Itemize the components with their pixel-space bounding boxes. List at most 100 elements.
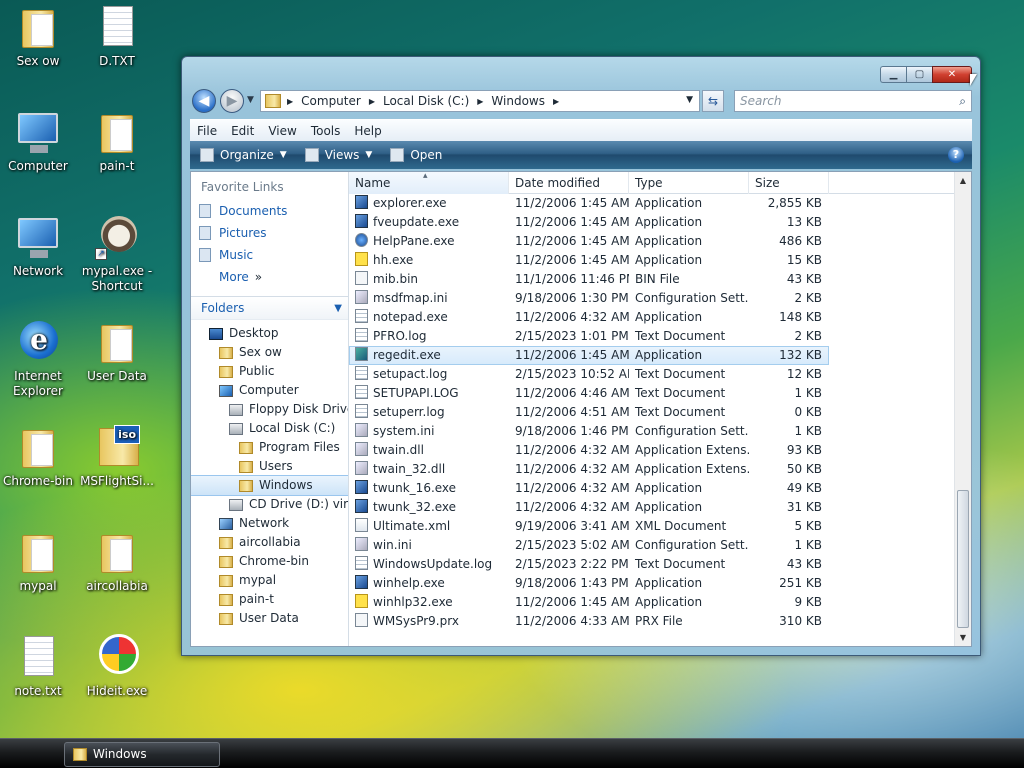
file-row[interactable]: setupact.log 2/15/2023 10:52 AM Text Docum…: [349, 365, 971, 384]
file-txt-icon: [355, 404, 368, 418]
tree-item[interactable]: Public: [191, 362, 348, 381]
file-row[interactable]: WindowsUpdate.log 2/15/2023 2:22 PM Text D…: [349, 555, 971, 574]
menu-edit[interactable]: Edit: [224, 124, 261, 138]
breadcrumb-computer[interactable]: Computer: [301, 94, 361, 108]
tree-item[interactable]: Network: [191, 514, 348, 533]
favorite-link-documents[interactable]: Documents: [191, 200, 348, 222]
file-name: msdfmap.ini: [373, 291, 448, 305]
file-row[interactable]: notepad.exe 11/2/2006 4:32 AM Application 1…: [349, 308, 971, 327]
help-icon[interactable]: ?: [948, 147, 964, 163]
favorite-link-more[interactable]: More »: [191, 266, 348, 288]
desktop-icon-internet-explorer[interactable]: e Internet Explorer: [0, 319, 81, 399]
breadcrumb-local-disk[interactable]: Local Disk (C:): [383, 94, 469, 108]
tree-item[interactable]: Users: [191, 457, 348, 476]
tree-item[interactable]: CD Drive (D:) virtio: [191, 495, 348, 514]
desktop-icon-hideit[interactable]: Hideit.exe: [74, 634, 160, 699]
address-dropdown-icon[interactable]: ▼: [686, 95, 693, 105]
breadcrumb-separator-icon[interactable]: ▶: [369, 97, 375, 106]
file-row[interactable]: winhlp32.exe 11/2/2006 1:45 AM Application…: [349, 593, 971, 612]
column-header-date-modified[interactable]: Date modified: [509, 172, 629, 194]
file-row[interactable]: msdfmap.ini 9/18/2006 1:30 PM Configuratio…: [349, 289, 971, 308]
file-row[interactable]: explorer.exe 11/2/2006 1:45 AM Application…: [349, 194, 971, 213]
file-date: 2/15/2023 1:01 PM: [515, 329, 629, 343]
file-row[interactable]: hh.exe 11/2/2006 1:45 AM Application 15 KB: [349, 251, 971, 270]
tree-item[interactable]: Chrome-bin: [191, 552, 348, 571]
scroll-up-icon[interactable]: ▲: [955, 172, 971, 189]
vertical-scrollbar[interactable]: ▲ ▼: [954, 172, 971, 646]
search-icon[interactable]: ⌕: [959, 94, 966, 109]
tree-item[interactable]: pain-t: [191, 590, 348, 609]
desktop-icon-user-data[interactable]: User Data: [74, 319, 160, 384]
file-row[interactable]: WMSysPr9.prx 11/2/2006 4:33 AM PRX File 310…: [349, 612, 971, 631]
organize-button[interactable]: Organize ▼: [200, 148, 287, 162]
breadcrumb-separator-icon[interactable]: ▶: [553, 97, 559, 106]
file-row[interactable]: HelpPane.exe 11/2/2006 1:45 AM Application…: [349, 232, 971, 251]
tree-item[interactable]: Windows: [191, 475, 348, 496]
file-row[interactable]: regedit.exe 11/2/2006 1:45 AM Application 1…: [349, 346, 829, 365]
file-row[interactable]: twain.dll 11/2/2006 4:32 AM Application Ex…: [349, 441, 971, 460]
recent-pages-dropdown[interactable]: ▼: [247, 95, 254, 105]
tree-item[interactable]: Desktop: [191, 324, 348, 343]
file-row[interactable]: PFRO.log 2/15/2023 1:01 PM Text Document 2 …: [349, 327, 971, 346]
search-input[interactable]: Search ⌕: [734, 90, 972, 112]
desktop-icon-note-txt[interactable]: note.txt: [0, 634, 81, 699]
file-row[interactable]: setuperr.log 11/2/2006 4:51 AM Text Docume…: [349, 403, 971, 422]
desktop-icon-network[interactable]: Network: [0, 214, 81, 279]
file-row[interactable]: Ultimate.xml 9/19/2006 3:41 AM XML Documen…: [349, 517, 971, 536]
tree-item[interactable]: User Data: [191, 609, 348, 628]
favorite-link-pictures[interactable]: Pictures: [191, 222, 348, 244]
menu-view[interactable]: View: [261, 124, 303, 138]
desktop-icon-msflightsim[interactable]: iso MSFlightSi...: [74, 424, 160, 489]
desktop-icon-chrome-bin[interactable]: Chrome-bin: [0, 424, 81, 489]
maximize-button[interactable]: ▢: [906, 66, 932, 83]
favorite-link-music[interactable]: Music: [191, 244, 348, 266]
file-row[interactable]: win.ini 2/15/2023 5:02 AM Configuration Se…: [349, 536, 971, 555]
column-header-type[interactable]: Type: [629, 172, 749, 194]
tree-item[interactable]: Floppy Disk Drive: [191, 400, 348, 419]
forward-button[interactable]: ▶: [220, 89, 244, 113]
file-row[interactable]: mib.bin 11/1/2006 11:46 PM BIN File 43 KB: [349, 270, 971, 289]
tree-item[interactable]: Program Files: [191, 438, 348, 457]
drive-icon: [229, 422, 243, 435]
close-button[interactable]: ✕: [932, 66, 972, 83]
favorite-link-label: Music: [219, 248, 254, 262]
menu-help[interactable]: Help: [347, 124, 388, 138]
minimize-button[interactable]: ▁: [880, 66, 906, 83]
file-row[interactable]: SETUPAPI.LOG 11/2/2006 4:46 AM Text Docume…: [349, 384, 971, 403]
desktop-icon-computer[interactable]: Computer: [0, 109, 81, 174]
breadcrumb-separator-icon[interactable]: ▶: [287, 97, 293, 106]
menu-tools[interactable]: Tools: [304, 124, 348, 138]
folders-header[interactable]: Folders ▼: [191, 296, 348, 320]
file-row[interactable]: winhelp.exe 9/18/2006 1:43 PM Application 2…: [349, 574, 971, 593]
desktop-icon-aircollabia[interactable]: aircollabia: [74, 529, 160, 594]
breadcrumb-windows[interactable]: Windows: [491, 94, 545, 108]
column-header-name[interactable]: Name: [349, 172, 509, 194]
tree-item[interactable]: Sex ow: [191, 343, 348, 362]
scroll-down-icon[interactable]: ▼: [955, 629, 971, 646]
file-row[interactable]: twain_32.dll 11/2/2006 4:32 AM Application…: [349, 460, 971, 479]
file-row[interactable]: system.ini 9/18/2006 1:46 PM Configuration…: [349, 422, 971, 441]
taskbar-button-windows[interactable]: Windows: [64, 742, 220, 767]
address-bar[interactable]: ▶ Computer ▶ Local Disk (C:) ▶ Windows ▶…: [260, 90, 700, 112]
tree-item[interactable]: Local Disk (C:): [191, 419, 348, 438]
file-row[interactable]: fveupdate.exe 11/2/2006 1:45 AM Applicatio…: [349, 213, 971, 232]
views-button[interactable]: Views ▼: [304, 148, 372, 162]
desktop-icon-mypal[interactable]: mypal: [0, 529, 81, 594]
column-header-size[interactable]: Size: [749, 172, 829, 194]
refresh-button[interactable]: ⇆: [702, 90, 724, 112]
breadcrumb-separator-icon[interactable]: ▶: [477, 97, 483, 106]
menu-file[interactable]: File: [190, 124, 224, 138]
desktop-icon-mypal-shortcut[interactable]: ↗ mypal.exe - Shortcut: [74, 214, 160, 294]
desktop-icon-d-txt[interactable]: D.TXT: [74, 4, 160, 69]
desktop-icon-pain-t[interactable]: pain-t: [74, 109, 160, 174]
tree-item[interactable]: Computer: [191, 381, 348, 400]
tree-item[interactable]: aircollabia: [191, 533, 348, 552]
scrollbar-thumb[interactable]: [957, 490, 969, 628]
file-row[interactable]: twunk_32.exe 11/2/2006 4:32 AM Application…: [349, 498, 971, 517]
desktop-icon-sex-ow[interactable]: Sex ow: [0, 4, 81, 69]
back-button[interactable]: ◀: [192, 89, 216, 113]
tree-item[interactable]: mypal: [191, 571, 348, 590]
file-row[interactable]: twunk_16.exe 11/2/2006 4:32 AM Application…: [349, 479, 971, 498]
open-button[interactable]: Open: [390, 148, 442, 162]
folder-icon: [219, 346, 233, 359]
